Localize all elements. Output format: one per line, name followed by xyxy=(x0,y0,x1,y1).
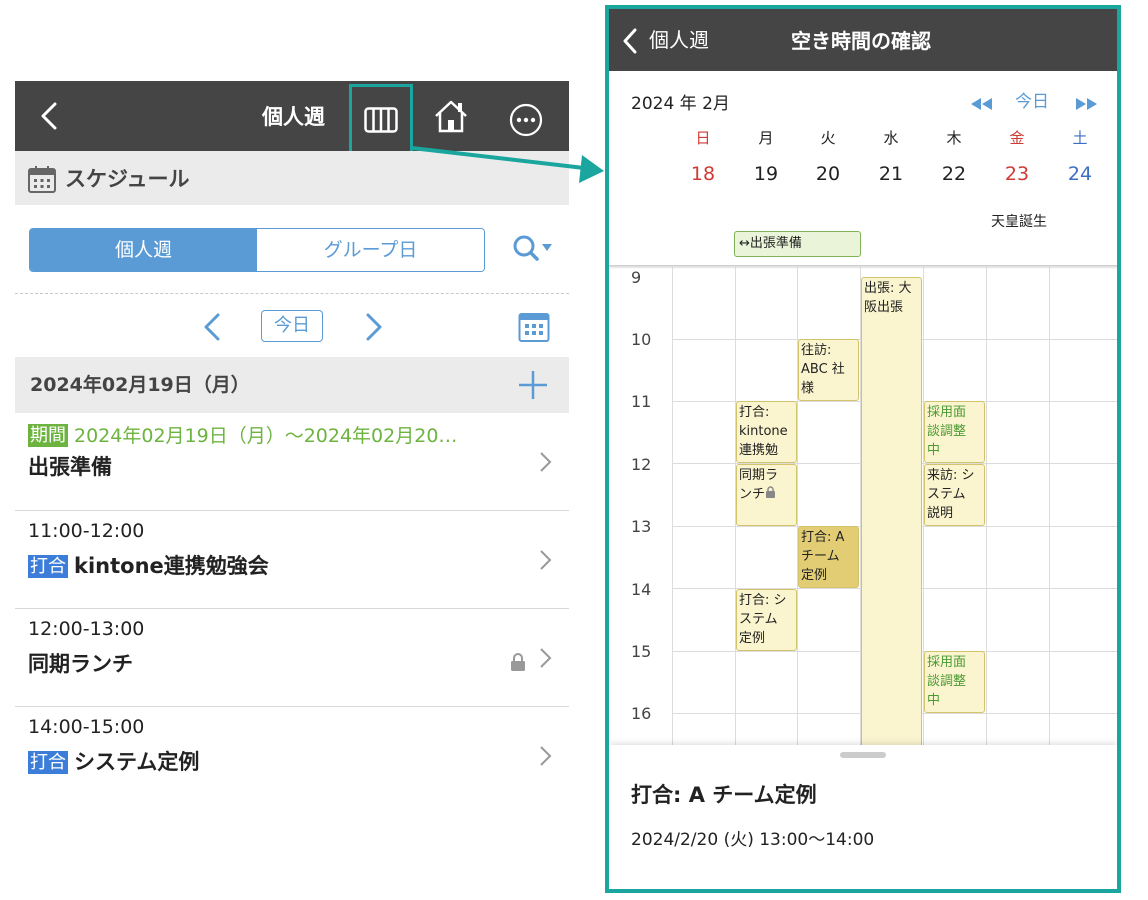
event-badge: 打合 xyxy=(28,751,68,774)
home-icon[interactable] xyxy=(433,99,469,137)
list-item[interactable]: 11:00-12:00 打合 kintone連携勉強会 xyxy=(15,511,569,609)
columns-icon xyxy=(364,107,398,133)
today-button[interactable]: 今日 xyxy=(261,310,323,342)
event-time: 14:00-15:00 xyxy=(28,716,145,738)
event-block-selected[interactable]: 打合: A チーム 定例 xyxy=(798,526,859,588)
divider xyxy=(15,293,569,294)
view-segmented-control: 個人週 グループ日 xyxy=(29,228,485,272)
date-23[interactable]: 23 xyxy=(986,163,1048,185)
nav-title: 個人週 xyxy=(262,105,325,129)
weekday-fri: 金 xyxy=(1009,129,1025,147)
top-nav-bar: 個人週 空き時間の確認 xyxy=(609,9,1117,71)
date-header: 2024年02月19日（月） xyxy=(15,357,569,413)
hour-label: 15 xyxy=(631,642,652,661)
date-18[interactable]: 18 xyxy=(672,163,734,185)
date-24[interactable]: 24 xyxy=(1049,163,1111,185)
drag-handle[interactable] xyxy=(840,752,886,758)
month-label: 2024 年 2月 xyxy=(631,94,730,114)
holiday-label: 天皇誕生 xyxy=(991,214,1047,230)
weekday-thu: 木 xyxy=(946,129,962,147)
event-badge: 打合 xyxy=(28,555,68,578)
list-item[interactable]: 14:00-15:00 打合 システム定例 xyxy=(15,707,569,801)
event-block[interactable]: 採用面 談調整 中 xyxy=(924,651,985,713)
event-block[interactable]: 同期ラ ンチ xyxy=(736,464,797,526)
date-22[interactable]: 22 xyxy=(923,163,985,185)
next-day-chevron-icon[interactable] xyxy=(363,313,385,345)
event-time: 11:00-12:00 xyxy=(28,520,145,542)
date-21[interactable]: 21 xyxy=(860,163,922,185)
event-detail-sheet: 打合: A チーム定例 2024/2/20 (火) 13:00〜14:00 xyxy=(609,745,1117,889)
event-title: 出張準備 xyxy=(28,455,112,479)
hour-label: 9 xyxy=(631,268,642,287)
next-week-icon[interactable] xyxy=(1076,95,1098,114)
event-block[interactable]: 往訪: ABC 社 様 xyxy=(798,339,859,401)
multi-day-event[interactable]: ↔出張準備 xyxy=(734,231,861,257)
weekday-sun: 日 xyxy=(695,129,711,147)
event-block[interactable]: 来訪: シ ステム 説明 xyxy=(924,464,985,526)
nav-title: 空き時間の確認 xyxy=(791,29,931,53)
week-header: 2024 年 2月 今日 日 月 火 水 木 金 土 18 19 20 21 2… xyxy=(609,71,1117,267)
calendar-picker-icon[interactable] xyxy=(518,311,550,347)
add-event-icon[interactable] xyxy=(517,369,549,405)
chevron-right-icon xyxy=(539,647,553,673)
lock-icon xyxy=(510,653,526,675)
date-20[interactable]: 20 xyxy=(797,163,859,185)
weekday-wed: 水 xyxy=(883,129,899,147)
calendar-icon xyxy=(27,164,57,198)
event-block[interactable]: 採用面 談調整 中 xyxy=(924,401,985,463)
event-badge: 期間 xyxy=(28,424,68,447)
lock-icon xyxy=(765,486,776,502)
today-button[interactable]: 今日 xyxy=(1015,87,1049,112)
detail-title: 打合: A チーム定例 xyxy=(631,783,817,807)
hour-label: 13 xyxy=(631,517,652,536)
time-grid: 9 10 11 12 13 14 15 16 出張: 大 阪出張 往訪: ABC… xyxy=(609,267,1117,745)
week-columns-button[interactable] xyxy=(349,84,413,154)
free-time-screen: 個人週 空き時間の確認 2024 年 2月 今日 日 月 火 水 木 金 土 1… xyxy=(605,5,1121,893)
hour-label: 12 xyxy=(631,455,652,474)
hour-label: 14 xyxy=(631,580,652,599)
hour-label: 11 xyxy=(631,392,652,411)
chevron-right-icon xyxy=(539,549,553,575)
weekday-tue: 火 xyxy=(820,129,836,147)
personal-week-screen: 個人週 スケジュール 個人週 グループ日 今日 2024年02月19日（月） 期… xyxy=(15,81,569,801)
tab-group-day[interactable]: グループ日 xyxy=(257,229,484,271)
event-time: 12:00-13:00 xyxy=(28,618,145,640)
event-block[interactable]: 打合: シ ステム 定例 xyxy=(736,589,797,651)
search-icon[interactable] xyxy=(512,234,554,268)
header-shadow xyxy=(609,265,1117,269)
prev-day-chevron-icon[interactable] xyxy=(201,313,223,345)
weekday-sat: 土 xyxy=(1072,129,1088,147)
hour-label: 16 xyxy=(631,704,652,723)
top-nav-bar: 個人週 xyxy=(15,81,569,154)
chevron-right-icon xyxy=(539,451,553,477)
back-label[interactable]: 個人週 xyxy=(649,9,709,71)
section-title: スケジュール xyxy=(65,167,190,191)
event-block[interactable]: 出張: 大 阪出張 xyxy=(861,277,922,745)
event-period: 2024年02月19日（月）～2024年02月20… xyxy=(74,425,458,447)
detail-time: 2024/2/20 (火) 13:00〜14:00 xyxy=(631,830,875,850)
back-chevron-icon[interactable] xyxy=(35,101,65,131)
more-options-icon[interactable] xyxy=(509,103,543,141)
date-19[interactable]: 19 xyxy=(735,163,797,185)
list-item[interactable]: 期間 2024年02月19日（月）～2024年02月20… 出張準備 xyxy=(15,413,569,511)
list-item[interactable]: 12:00-13:00 同期ランチ xyxy=(15,609,569,707)
date-header-text: 2024年02月19日（月） xyxy=(30,374,250,396)
back-chevron-icon[interactable] xyxy=(621,28,639,58)
section-header: スケジュール xyxy=(15,151,569,205)
event-block[interactable]: 打合: kintone 連携勉 xyxy=(736,401,797,463)
event-title: kintone連携勉強会 xyxy=(74,554,269,578)
prev-week-icon[interactable] xyxy=(971,95,993,114)
event-title: システム定例 xyxy=(74,750,200,774)
chevron-right-icon xyxy=(539,745,553,771)
weekday-mon: 月 xyxy=(758,129,774,147)
hour-label: 10 xyxy=(631,330,652,349)
tab-personal-week[interactable]: 個人週 xyxy=(30,229,257,271)
event-title: 同期ランチ xyxy=(28,652,133,676)
